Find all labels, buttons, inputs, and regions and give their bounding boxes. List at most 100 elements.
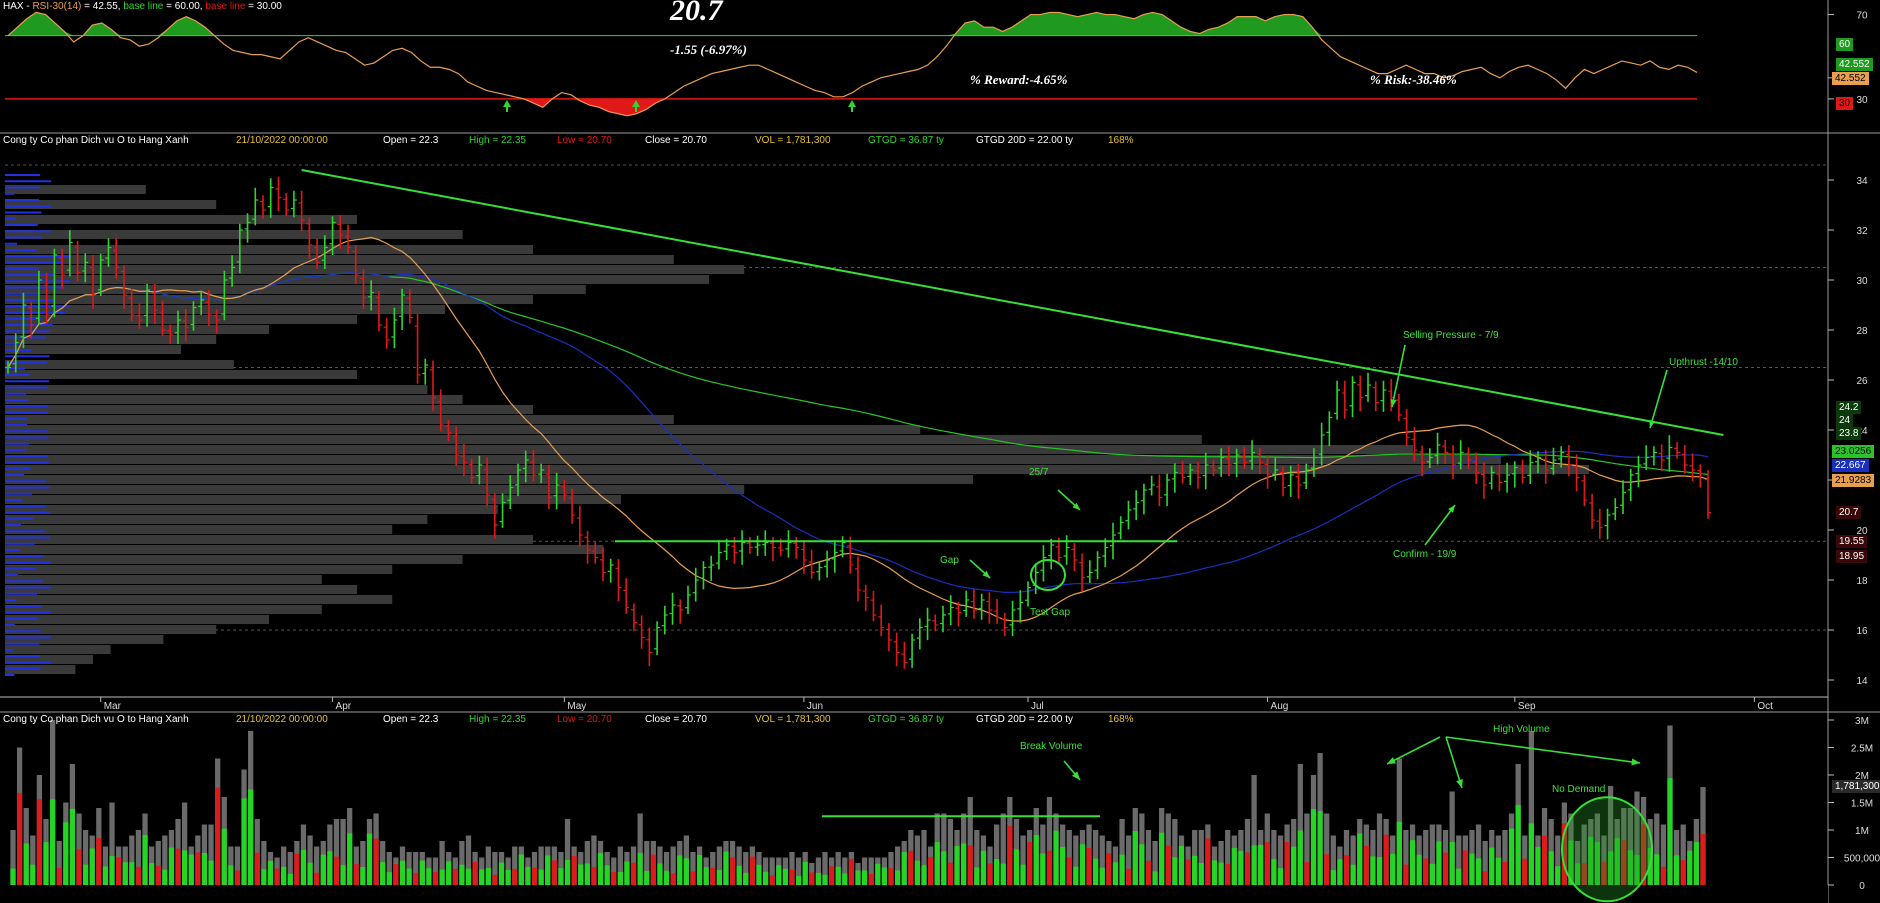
volume-bar[interactable] (1112, 846, 1119, 886)
ohlc-bar[interactable] (1140, 483, 1147, 515)
volume-bar[interactable] (881, 857, 888, 886)
ohlc-bar[interactable] (1071, 543, 1078, 572)
ohlc-bar[interactable] (383, 318, 390, 349)
volume-bar[interactable] (663, 852, 670, 885)
ohlc-bar[interactable] (700, 561, 707, 590)
ohlc-bar[interactable] (994, 598, 1001, 624)
volume-bar[interactable] (162, 835, 168, 886)
volume-bar[interactable] (1522, 835, 1528, 886)
volume-bar[interactable] (683, 835, 689, 886)
volume-bar[interactable] (360, 841, 366, 885)
volume-bar[interactable] (1700, 787, 1706, 885)
volume-bar[interactable] (894, 846, 901, 886)
volume-bar[interactable] (109, 802, 115, 886)
volume-bar[interactable] (1152, 841, 1158, 885)
ohlc-bar[interactable] (290, 190, 297, 218)
volume-bar[interactable] (1667, 725, 1673, 886)
ohlc-bar[interactable] (1040, 545, 1047, 582)
volume-bar[interactable] (1304, 813, 1310, 886)
volume-bar[interactable] (828, 857, 835, 886)
ohlc-bar[interactable] (963, 590, 970, 617)
volume-bar[interactable] (1172, 819, 1178, 885)
volume-bar[interactable] (281, 846, 287, 886)
volume-bar[interactable] (1383, 819, 1389, 885)
volume-bar[interactable] (23, 808, 29, 885)
volume-bar[interactable] (1548, 819, 1554, 885)
volume-bar[interactable] (736, 846, 742, 886)
volume-bar[interactable] (1271, 830, 1277, 885)
volume-bar[interactable] (789, 852, 795, 885)
volume-bar[interactable] (1205, 824, 1211, 886)
ohlc-bar[interactable] (1164, 473, 1171, 507)
volume-bar[interactable] (49, 720, 56, 885)
volume-bar[interactable] (1225, 830, 1231, 885)
ohlc-bar[interactable] (1349, 376, 1356, 418)
volume-bar[interactable] (30, 835, 36, 886)
volume-bar[interactable] (195, 835, 201, 886)
volume-bar[interactable] (327, 824, 333, 886)
volume-bar[interactable] (76, 813, 82, 886)
ohlc-bar[interactable] (1697, 464, 1704, 488)
volume-bar[interactable] (1258, 830, 1264, 885)
volume-bar[interactable] (1469, 830, 1475, 885)
volume-bar[interactable] (426, 857, 432, 886)
ohlc-bar[interactable] (816, 561, 823, 581)
volume-bar[interactable] (604, 852, 610, 885)
volume-bar[interactable] (994, 824, 1000, 886)
volume-bar[interactable] (1317, 753, 1323, 885)
ohlc-bar[interactable] (1666, 435, 1673, 472)
ohlc-bar[interactable] (947, 595, 954, 626)
ohlc-bar[interactable] (283, 193, 290, 217)
volume-bar[interactable] (795, 857, 802, 886)
volume-bar[interactable] (1073, 835, 1079, 886)
volume-bar[interactable] (287, 852, 293, 885)
volume-bar[interactable] (875, 857, 881, 886)
volume-bar[interactable] (1350, 835, 1356, 886)
volume-bar[interactable] (769, 857, 775, 886)
volume-bar[interactable] (518, 846, 524, 886)
volume-bar[interactable] (716, 846, 722, 886)
ohlc-bar[interactable] (1063, 535, 1070, 565)
volume-bar[interactable] (908, 830, 914, 885)
volume-bar[interactable] (472, 852, 478, 885)
volume-bar[interactable] (551, 846, 557, 886)
volume-bar[interactable] (1390, 835, 1396, 886)
ohlc-bar[interactable] (1133, 490, 1140, 521)
volume-bar[interactable] (63, 802, 69, 886)
ohlc-bar[interactable] (746, 537, 753, 554)
volume-bar[interactable] (1198, 830, 1204, 885)
volume-bar[interactable] (1251, 775, 1257, 885)
ohlc-bar[interactable] (932, 614, 939, 632)
ohlc-bar[interactable] (762, 530, 769, 556)
volume-bar[interactable] (624, 852, 630, 885)
ohlc-bar[interactable] (1001, 612, 1008, 637)
volume-bar[interactable] (1396, 758, 1402, 886)
volume-bar[interactable] (1693, 819, 1700, 885)
volume-bar[interactable] (630, 846, 637, 886)
volume-bar[interactable] (56, 841, 62, 885)
rsi-line[interactable] (7, 11, 1698, 117)
volume-bar[interactable] (861, 857, 868, 886)
ohlc-bar[interactable] (909, 633, 916, 668)
volume-bar[interactable] (941, 813, 947, 886)
volume-bar[interactable] (901, 841, 907, 885)
volume-bar[interactable] (115, 846, 122, 886)
ohlc-bar[interactable] (267, 178, 274, 218)
volume-bar[interactable] (1409, 824, 1416, 886)
ohlc-bar[interactable] (669, 592, 676, 625)
volume-bar[interactable] (82, 830, 89, 885)
volume-bar[interactable] (300, 824, 307, 886)
volume-bar[interactable] (558, 852, 564, 885)
volume-bar[interactable] (1442, 830, 1449, 885)
volume-bar[interactable] (1291, 819, 1297, 885)
volume-bar[interactable] (69, 764, 76, 885)
volume-bar[interactable] (1185, 846, 1191, 886)
volume-bar[interactable] (1475, 824, 1482, 886)
volume-bar[interactable] (498, 852, 505, 885)
ohlc-bar[interactable] (754, 535, 761, 556)
ohlc-bar[interactable] (1620, 480, 1626, 514)
volume-bar[interactable] (1363, 824, 1369, 886)
volume-bar[interactable] (1126, 835, 1132, 886)
volume-bar[interactable] (380, 841, 386, 885)
volume-bar[interactable] (1027, 830, 1033, 885)
